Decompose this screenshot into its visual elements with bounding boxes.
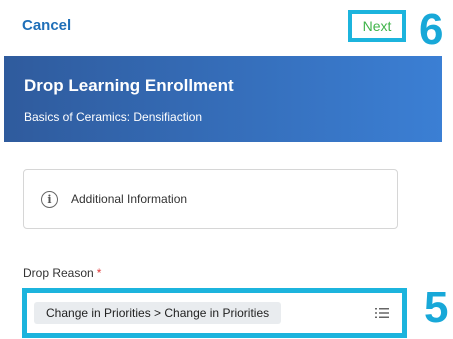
step-callout-5: 5 [424,283,449,332]
next-button-highlight: Next [348,10,406,42]
additional-information-label: Additional Information [71,192,188,206]
page-header: Drop Learning Enrollment Basics of Ceram… [4,56,442,142]
page-title: Drop Learning Enrollment [24,76,234,95]
list-icon[interactable] [375,307,389,319]
required-marker: * [96,266,102,280]
drop-reason-label-text: Drop Reason [23,266,94,280]
additional-information-button[interactable]: i Additional Information [23,169,398,229]
page-subtitle: Basics of Ceramics: Densifiaction [24,110,203,124]
drop-reason-label: Drop Reason * [23,266,101,280]
cancel-button[interactable]: Cancel [22,17,71,34]
next-button[interactable]: Next [363,18,392,34]
info-icon: i [41,190,58,208]
drop-reason-select[interactable]: Change in Priorities > Change in Priorit… [22,288,407,338]
drop-reason-selected-pill[interactable]: Change in Priorities > Change in Priorit… [34,302,282,324]
step-callout-6: 6 [419,5,444,54]
